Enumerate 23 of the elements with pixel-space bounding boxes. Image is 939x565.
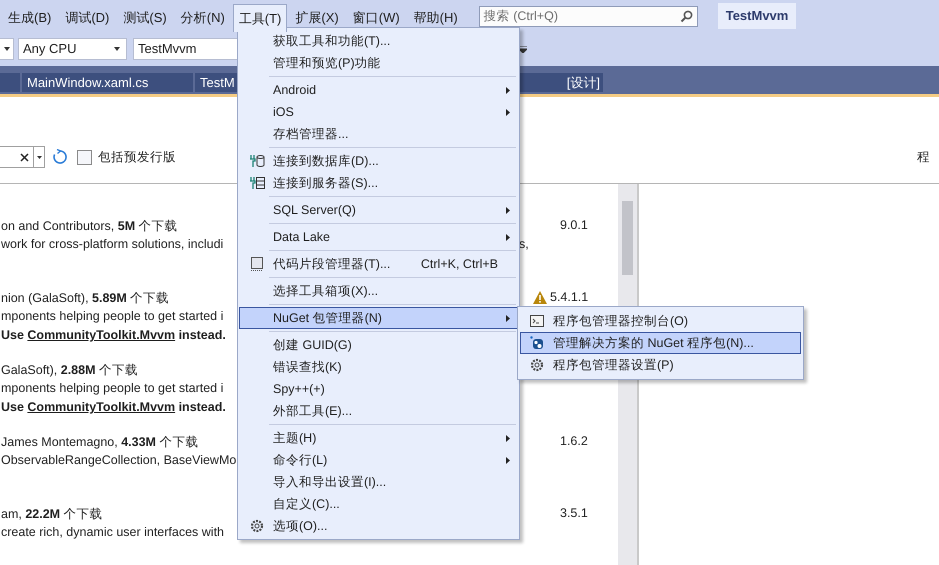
shortcut-label: Ctrl+K, Ctrl+B (420, 256, 498, 273)
package-summary: James Montemagno, 4.33M 个下载 (0, 434, 198, 451)
package-summary: nion (GalaSoft), 5.89M 个下载 (0, 290, 170, 307)
package-description: create rich, dynamic user interfaces with (0, 524, 224, 541)
version-label: 9.0.1 (560, 217, 588, 234)
tab-label: [设计] (566, 74, 600, 92)
placeholder: 搜索 (Ctrl+Q) (484, 8, 559, 25)
package-description: mponents helping people to get started i (0, 380, 224, 397)
version-label: 3.5.1 (560, 505, 588, 522)
version-label: 5.4.1.1 (550, 289, 588, 306)
package-description: work for cross-platform solutions, includi (0, 236, 224, 253)
column-header: 程 (917, 148, 930, 166)
checkbox-label: 包括预发行版 (98, 148, 176, 166)
solution-title: TestMvvm (718, 3, 796, 29)
tab-label: TestM (200, 74, 235, 92)
deprecation-notice: Use CommunityToolkit.Mvvm instead. (0, 327, 226, 344)
package-summary: GalaSoft), 2.88M 个下载 (0, 362, 138, 379)
package-description: ObservableRangeCollection, BaseViewMo (0, 452, 236, 469)
package-summary: am, 22.2M 个下载 (0, 506, 103, 523)
package-summary: on and Contributors, 5M 个下载 (0, 218, 178, 235)
package-description: mponents helping people to get started i (0, 308, 224, 325)
version-label: 1.6.2 (560, 433, 588, 450)
deprecation-notice: Use CommunityToolkit.Mvvm instead. (0, 399, 226, 416)
